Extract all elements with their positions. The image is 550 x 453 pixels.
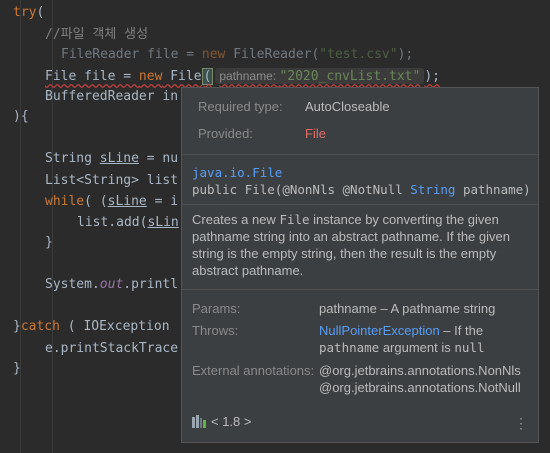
indent-guide <box>20 0 21 453</box>
paren-highlight: ( <box>201 68 214 85</box>
keyword-while: while <box>45 194 85 209</box>
code-text: FileReader file = <box>61 47 202 62</box>
code-line[interactable]: try( <box>13 2 44 24</box>
code-text: ); <box>397 47 414 62</box>
comment: //파일 객체 생성 <box>45 27 149 42</box>
code-line[interactable]: while( (sLine = i <box>45 191 178 213</box>
required-type-label: Required type: <box>198 99 283 114</box>
code-text: BufferedReader in <box>45 89 179 104</box>
signature-package-link[interactable]: java.io.File <box>192 164 531 181</box>
params-label: Params: <box>192 301 241 316</box>
library-icon <box>192 415 206 428</box>
variable-name: sLin <box>147 215 179 230</box>
code-line[interactable]: //파일 객체 생성 <box>45 24 148 46</box>
code-line[interactable]: List<String> list <box>45 170 178 192</box>
more-vertical-icon[interactable]: ⋮ <box>514 416 528 430</box>
code-text: } <box>13 361 21 376</box>
code-text: ); <box>424 69 440 84</box>
code-text: String <box>45 151 100 166</box>
throws-text: – If the <box>439 323 484 338</box>
exception-link[interactable]: NullPointerException <box>319 323 440 338</box>
code-line[interactable]: File file = new File(pathname: "2020_cnv… <box>45 65 440 87</box>
description-text: Creates a new File instance by convertin… <box>192 211 528 279</box>
code-text: = i <box>146 194 179 209</box>
code-text: list.add( <box>77 215 148 230</box>
throws-label: Throws: <box>192 323 239 338</box>
signature-block: java.io.File public File(@NonNls @NotNul… <box>192 164 531 198</box>
provided-label: Provided: <box>198 126 253 141</box>
code-text: List<String> list <box>45 173 179 188</box>
signature-params: (@NonNls @NotNull <box>274 182 411 197</box>
external-annotations-value: @org.jetbrains.annotations.NonNls @org.j… <box>319 363 521 395</box>
code-text: = nu <box>138 151 179 166</box>
code-line[interactable]: } <box>13 358 21 380</box>
description-section: Creates a new File instance by convertin… <box>182 204 538 290</box>
throws-text: argument is <box>379 340 455 355</box>
type-mismatch-section: Required type: AutoCloseable Provided: Fil… <box>182 88 538 155</box>
variable-name: sLine <box>99 151 139 166</box>
params-value: pathname – A pathname string <box>319 301 496 316</box>
throws-code: pathname <box>319 340 380 355</box>
throws-value: NullPointerException – If the pathname a… <box>319 322 519 356</box>
code-line[interactable]: e.printStackTrace <box>45 338 178 360</box>
code-line[interactable]: }catch ( IOException <box>13 316 170 338</box>
code-text: } <box>13 319 21 334</box>
code-line[interactable]: list.add(sLin <box>77 212 179 234</box>
required-type-value: AutoCloseable <box>305 99 390 114</box>
parameter-hint: pathname: "2020_cnvList.txt" <box>215 68 425 84</box>
keyword-new: new <box>138 69 163 84</box>
code-text: ){ <box>13 109 29 124</box>
code-text: File <box>162 69 202 84</box>
hint-value: "2020_cnvList.txt" <box>279 69 421 84</box>
code-line[interactable]: String sLine = nu <box>45 148 178 170</box>
code-text: FileReader( <box>225 47 320 62</box>
code-text: .printl <box>123 277 179 292</box>
signature-params: pathname) <box>455 182 531 197</box>
keyword-new: new <box>201 47 226 62</box>
signature-modifier: public <box>192 182 245 197</box>
code-text: ( IOException <box>59 319 170 334</box>
string-literal: "test.csv" <box>319 47 398 62</box>
code-text: e.printStackTrace <box>45 341 179 356</box>
code-text: } <box>45 235 53 250</box>
quick-doc-popup[interactable]: Required type: AutoCloseable Provided: Fil… <box>181 87 539 443</box>
code-line[interactable]: System.out.printl <box>45 274 178 296</box>
provided-value: File <box>305 126 326 141</box>
keyword-try: try <box>13 5 37 20</box>
jdk-version-footer[interactable]: < 1.8 > <box>192 414 251 429</box>
hint-label: pathname: <box>219 69 277 83</box>
jdk-version-label: < 1.8 > <box>211 414 252 429</box>
description-code: File <box>279 212 310 227</box>
signature-line: public File(@NonNls @NotNull String path… <box>192 181 531 198</box>
code-text: ( <box>36 5 45 20</box>
code-line[interactable]: ){ <box>13 106 29 128</box>
throws-code: null <box>454 340 485 355</box>
provided-type-row: Provided: File <box>198 124 326 144</box>
required-type-row: Required type: AutoCloseable <box>198 97 390 117</box>
code-line[interactable]: } <box>45 232 53 254</box>
external-annotations-label: External annotations: <box>192 363 315 378</box>
code-line[interactable]: BufferedReader in <box>45 86 178 108</box>
code-text: File file = <box>45 69 139 84</box>
static-field: out <box>99 277 124 292</box>
code-text: ( ( <box>84 194 108 209</box>
description-part: Creates a new <box>192 212 280 227</box>
code-text: System. <box>45 277 100 292</box>
variable-name: sLine <box>107 194 147 209</box>
signature-name: File <box>244 182 275 197</box>
signature-param-type-link[interactable]: String <box>410 182 455 197</box>
keyword-catch: catch <box>20 319 60 334</box>
code-line[interactable]: FileReader file = new FileReader("test.c… <box>61 44 413 66</box>
